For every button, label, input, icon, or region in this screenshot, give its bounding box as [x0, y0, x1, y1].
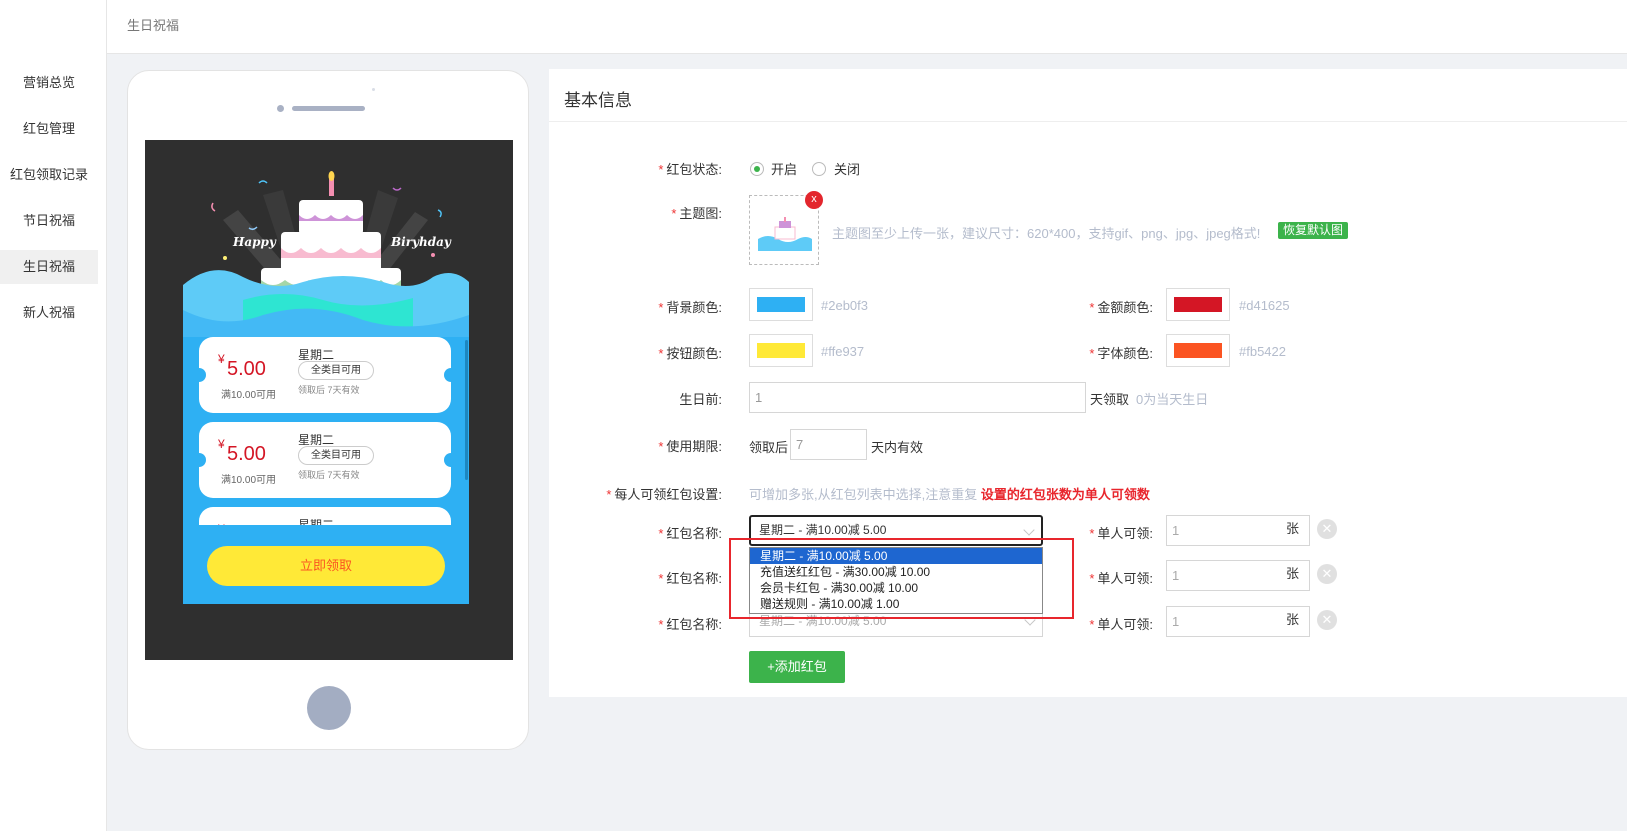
sidebar-item-newcomer-wishes[interactable]: 新人祝福 [0, 296, 98, 330]
per-person-warning: 设置的红包张数为单人可领数 [980, 487, 1150, 502]
validity-suffix: 天内有效 [871, 440, 924, 455]
highlight-annotation-box [729, 538, 1074, 619]
remove-row-button[interactable]: ✕ [1317, 610, 1337, 630]
banner-left-text: Happy [232, 235, 277, 249]
font-color-value: #fb5422 [1239, 344, 1286, 359]
per-person-label: * 每人可领红包设置: [606, 487, 722, 502]
redpacket-name-label: * 红包名称: [658, 526, 722, 541]
validity-days-input[interactable]: 7 [790, 429, 867, 460]
status-label: * 红包状态: [658, 162, 722, 177]
per-person-qty-input[interactable]: 1张 [1166, 515, 1310, 546]
coupon-currency: ¥ [218, 522, 225, 525]
coupon-scope-badge: 全类目可用 [298, 361, 374, 380]
birthday-before-input[interactable]: 1 [749, 382, 1086, 413]
coupon-currency: ¥ [218, 437, 225, 451]
sidebar: 营销总览 红包管理 红包领取记录 节日祝福 生日祝福 新人祝福 [0, 0, 107, 831]
phone-sensor [372, 88, 375, 91]
birthday-before-suffix: 天领取 [1090, 392, 1130, 407]
qty-unit: 张 [1285, 521, 1299, 536]
top-bar: 生日祝福 [107, 0, 1627, 54]
phone-speaker [292, 106, 365, 111]
section-title: 基本信息 [564, 91, 632, 110]
qty-unit: 张 [1285, 566, 1299, 581]
coupon-amount: 5.00 [227, 443, 266, 465]
coupon-card: ¥ 星期二 [199, 507, 451, 525]
theme-image-hint: 主题图至少上传一张，建议尺寸：620*400，支持gif、png、jpg、jpe… [832, 226, 1261, 241]
bg-color-value: #2eb0f3 [821, 298, 868, 313]
button-color-label: * 按钮颜色: [658, 346, 722, 361]
validity-label: * 使用期限: [658, 439, 722, 454]
phone-preview: Happy Biryhday ¥ 5.00 满10.00可用 星期二 全类目可用… [127, 70, 529, 750]
restore-default-image-button[interactable]: 恢复默认图 [1278, 222, 1349, 239]
sidebar-item-marketing-overview[interactable]: 营销总览 [0, 66, 98, 100]
coupon-validity: 领取后 7天有效 [298, 470, 360, 480]
per-person-qty-label: * 单人可领: [1089, 617, 1153, 632]
bg-color-picker[interactable] [749, 288, 813, 321]
redpacket-name-label: * 红包名称: [658, 617, 722, 632]
per-person-qty-input[interactable]: 1张 [1166, 606, 1310, 637]
coupon-list-scrollbar[interactable] [465, 340, 468, 480]
coupon-validity: 领取后 7天有效 [298, 385, 360, 395]
phone-camera [277, 105, 284, 112]
banner-right-text: Biryhday [390, 235, 452, 249]
per-person-hint: 可增加多张,从红包列表中选择,注意重复 设置的红包张数为单人可领数 [749, 487, 1150, 502]
remove-row-button[interactable]: ✕ [1317, 564, 1337, 584]
chevron-down-icon [1023, 524, 1035, 536]
amount-color-label: * 金额颜色: [1089, 300, 1153, 315]
status-off-radio[interactable] [812, 162, 826, 176]
theme-thumbnail-image [758, 209, 812, 251]
coupon-currency: ¥ [218, 352, 225, 366]
status-on-radio[interactable] [750, 162, 764, 176]
coupon-condition: 满10.00可用 [221, 475, 277, 486]
birthday-before-hint: 0为当天生日 [1136, 392, 1209, 407]
sidebar-item-redpacket-manage[interactable]: 红包管理 [0, 112, 98, 146]
coupon-amount: 5.00 [227, 358, 266, 380]
coupon-list: ¥ 5.00 满10.00可用 星期二 全类目可用 领取后 7天有效 ¥ 5.0… [183, 337, 469, 525]
coupon-condition: 满10.00可用 [221, 390, 277, 401]
amount-color-value: #d41625 [1239, 298, 1290, 313]
phone-home-button [307, 686, 351, 730]
coupon-card: ¥ 5.00 满10.00可用 星期二 全类目可用 领取后 7天有效 [192, 422, 458, 498]
font-color-label: * 字体颜色: [1089, 346, 1153, 361]
sidebar-item-birthday-wishes[interactable]: 生日祝福 [0, 250, 98, 284]
qty-unit: 张 [1285, 612, 1299, 627]
add-redpacket-button[interactable]: +添加红包 [749, 651, 845, 683]
button-color-picker[interactable] [749, 334, 813, 367]
birthday-before-label: 生日前: [679, 392, 722, 407]
status-off-label[interactable]: 关闭 [834, 159, 860, 178]
coupon-card: ¥ 5.00 满10.00可用 星期二 全类目可用 领取后 7天有效 [192, 337, 458, 413]
per-person-qty-label: * 单人可领: [1089, 571, 1153, 586]
validity-prefix: 领取后 [749, 440, 789, 455]
title-divider [549, 121, 1627, 122]
delete-image-button[interactable]: x [805, 191, 823, 209]
per-person-qty-label: * 单人可领: [1089, 526, 1153, 541]
sidebar-item-holiday-wishes[interactable]: 节日祝福 [0, 204, 98, 238]
coupon-scope-badge: 全类目可用 [298, 446, 374, 465]
bg-color-label: * 背景颜色: [658, 300, 722, 315]
remove-row-button[interactable]: ✕ [1317, 519, 1337, 539]
coupon-title: 星期二 [298, 518, 335, 525]
sidebar-item-redpacket-records[interactable]: 红包领取记录 [0, 158, 98, 192]
font-color-picker[interactable] [1166, 334, 1230, 367]
per-person-qty-input[interactable]: 1张 [1166, 560, 1310, 591]
button-color-value: #ffe937 [821, 344, 865, 359]
amount-color-picker[interactable] [1166, 288, 1230, 321]
status-on-label[interactable]: 开启 [771, 159, 797, 178]
theme-image-label: * 主题图: [671, 206, 722, 221]
claim-now-button[interactable]: 立即领取 [207, 546, 445, 586]
phone-screen: Happy Biryhday ¥ 5.00 满10.00可用 星期二 全类目可用… [145, 140, 513, 660]
basic-info-panel: 基本信息 * 红包状态: 开启 关闭 * 主题图: x 主题图至少上传一张，建议尺寸… [549, 69, 1627, 697]
redpacket-name-label: * 红包名称: [658, 571, 722, 586]
breadcrumb: 生日祝福 [127, 18, 180, 33]
